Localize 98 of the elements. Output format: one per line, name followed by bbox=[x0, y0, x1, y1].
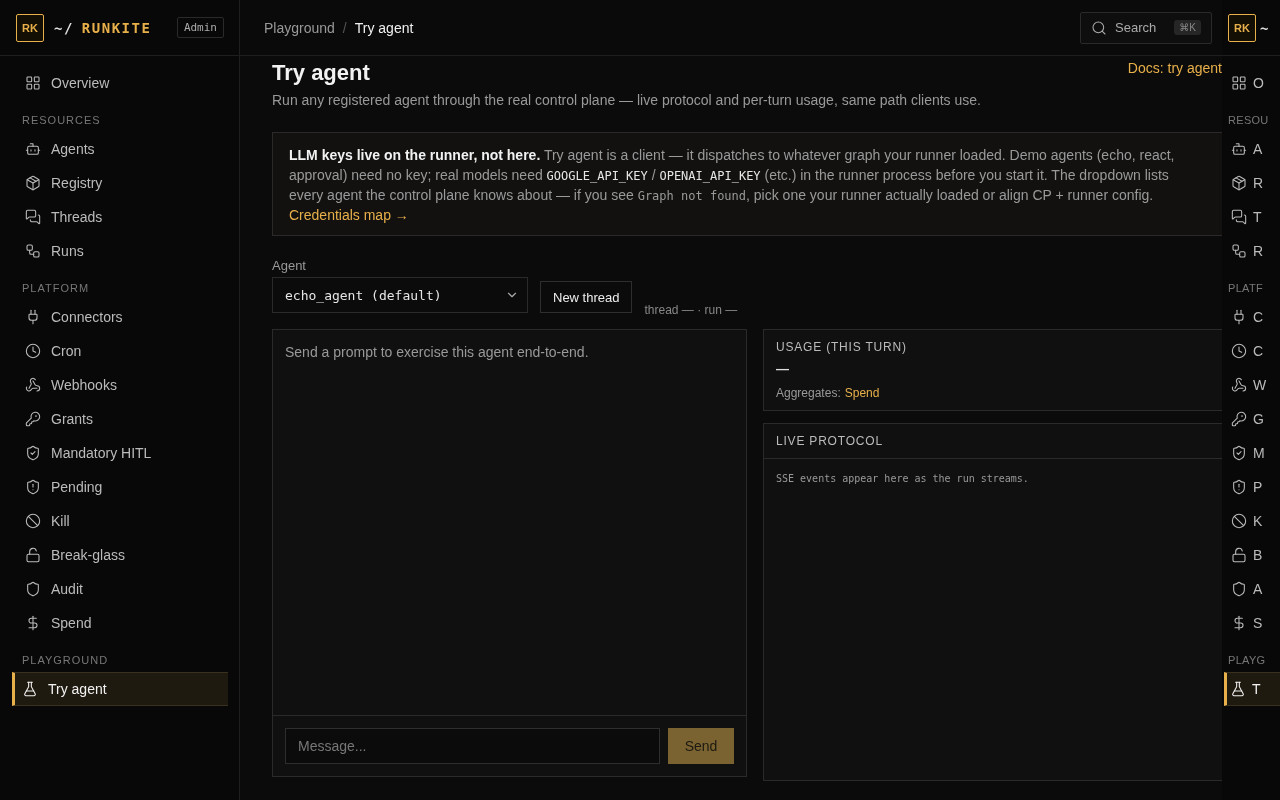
shield-check-icon bbox=[1231, 445, 1247, 461]
nav-item[interactable]: B bbox=[1224, 538, 1280, 572]
search-icon bbox=[1091, 19, 1107, 36]
clock-icon bbox=[25, 343, 41, 359]
nav-item[interactable]: T bbox=[1224, 200, 1280, 234]
clock-icon bbox=[1231, 343, 1247, 359]
nav-item[interactable]: Kill bbox=[12, 504, 228, 538]
shield-alert-icon bbox=[25, 479, 41, 495]
shield-check-icon bbox=[25, 445, 41, 461]
thread-info: thread — · run — bbox=[644, 303, 738, 317]
dollar-icon bbox=[1231, 615, 1247, 631]
key-icon bbox=[1231, 411, 1247, 427]
nav-item[interactable]: Overview bbox=[12, 66, 228, 100]
robot-icon bbox=[1231, 141, 1247, 157]
webhook-icon bbox=[25, 377, 41, 393]
dollar-icon bbox=[25, 615, 41, 631]
chat-bubbles-icon bbox=[1231, 209, 1247, 225]
shield-alert-icon bbox=[1231, 479, 1247, 495]
nav-item[interactable]: Mandatory HITL bbox=[12, 436, 228, 470]
breadcrumb-separator: / bbox=[342, 19, 347, 36]
aggregates-label: Aggregates: bbox=[776, 386, 841, 400]
robot-icon bbox=[25, 141, 41, 157]
breadcrumb[interactable]: Try agent bbox=[354, 19, 414, 36]
box-icon bbox=[25, 175, 41, 191]
panel-title: USAGE (THIS TURN) bbox=[775, 339, 908, 356]
field-label: Agent bbox=[272, 258, 307, 273]
nav-item[interactable]: O bbox=[1224, 66, 1280, 100]
nav-item[interactable]: Cron bbox=[12, 334, 228, 368]
nav-item[interactable]: Registry bbox=[12, 166, 228, 200]
shield-icon bbox=[1231, 581, 1247, 597]
flask-icon bbox=[22, 681, 38, 697]
nodes-icon bbox=[1231, 243, 1247, 259]
section-heading: RESOU bbox=[1227, 113, 1270, 128]
nav-item[interactable]: P bbox=[1224, 470, 1280, 504]
agent-select[interactable]: echo_agent (default) bbox=[272, 277, 528, 313]
nav-item[interactable]: Try agent bbox=[12, 672, 228, 706]
nav-item[interactable]: W bbox=[1224, 368, 1280, 402]
nav-item[interactable]: R bbox=[1224, 166, 1280, 200]
key-icon bbox=[25, 411, 41, 427]
nav-item[interactable]: Agents bbox=[12, 132, 228, 166]
nav-item[interactable]: C bbox=[1224, 334, 1280, 368]
nav-item[interactable]: T bbox=[1224, 672, 1280, 706]
shortcut-key: ⌘K bbox=[1174, 20, 1201, 35]
logo-icon: RK bbox=[1228, 13, 1256, 42]
docs-link[interactable]: Docs: try agent bbox=[1127, 60, 1222, 76]
brand-name: RUNKITE bbox=[81, 19, 152, 36]
nav-item[interactable]: G bbox=[1224, 402, 1280, 436]
nav-item[interactable]: Connectors bbox=[12, 300, 228, 334]
nav-item[interactable]: A bbox=[1224, 132, 1280, 166]
shield-icon bbox=[25, 581, 41, 597]
section-heading: PLATFORM bbox=[21, 281, 91, 296]
ban-icon bbox=[1231, 513, 1247, 529]
credentials-link[interactable]: Credentials map → bbox=[289, 207, 409, 223]
new-thread-button[interactable]: New thread bbox=[540, 281, 633, 313]
page-title: Try agent bbox=[272, 60, 370, 86]
nav-item[interactable]: K bbox=[1224, 504, 1280, 538]
section-heading: RESOURCES bbox=[21, 113, 102, 128]
nav-item[interactable]: Break-glass bbox=[12, 538, 228, 572]
nav-item[interactable]: Webhooks bbox=[12, 368, 228, 402]
grid-icon bbox=[25, 75, 41, 91]
unlock-icon bbox=[25, 547, 41, 563]
usage-value: — bbox=[775, 364, 790, 374]
section-heading: PLAYGROUND bbox=[21, 653, 110, 668]
brand-name: ~ bbox=[1260, 19, 1270, 36]
section-heading: PLAYG bbox=[1227, 653, 1267, 668]
spend-link[interactable]: Spend bbox=[844, 386, 880, 400]
message-input[interactable]: Message... bbox=[285, 728, 660, 764]
nav-item[interactable]: Pending bbox=[12, 470, 228, 504]
breadcrumb[interactable]: Playground bbox=[264, 19, 335, 36]
nav-item[interactable]: S bbox=[1224, 606, 1280, 640]
section-heading: PLATF bbox=[1227, 281, 1264, 296]
nav-item[interactable]: Grants bbox=[12, 402, 228, 436]
nav-item[interactable]: Spend bbox=[12, 606, 228, 640]
nav-item[interactable]: Threads bbox=[12, 200, 228, 234]
search-button[interactable]: Search ⌘K bbox=[1080, 11, 1212, 44]
nav-item[interactable]: M bbox=[1224, 436, 1280, 470]
nav-item[interactable]: Audit bbox=[12, 572, 228, 606]
role-badge: Admin bbox=[176, 17, 224, 38]
flask-icon bbox=[1230, 681, 1246, 697]
nav-item[interactable]: A bbox=[1224, 572, 1280, 606]
logo-icon: RK bbox=[16, 13, 44, 42]
ban-icon bbox=[25, 513, 41, 529]
nav-item[interactable]: C bbox=[1224, 300, 1280, 334]
page-subtitle: Run any registered agent through the real control plane — live protocol and per-turn usage, same path clients use. bbox=[272, 92, 982, 108]
webhook-icon bbox=[1231, 377, 1247, 393]
nav-item[interactable]: Runs bbox=[12, 234, 228, 268]
nodes-icon bbox=[25, 243, 41, 259]
protocol-empty-text: SSE events appear here as the run streams. bbox=[775, 472, 1030, 486]
plug-icon bbox=[25, 309, 41, 325]
plug-icon bbox=[1231, 309, 1247, 325]
callout-text: LLM keys live on the runner, not here. Try agent is a client — it dispatches to whatever graph your runner loaded. Demo agents (echo, react, approval) need no key; real models need GOOGLE_API_KEY / OPENAI_API_KEY (etc.) in the runner process before you start it. The dropdown lists every agent the control plane knows about — if you see Graph not found, pick one your runner actually loaded or align CP + runner config. bbox=[289, 146, 1176, 205]
unlock-icon bbox=[1231, 547, 1247, 563]
grid-icon bbox=[1231, 75, 1247, 91]
brand-name: ~/ bbox=[54, 19, 74, 36]
chat-bubbles-icon bbox=[25, 209, 41, 225]
box-icon bbox=[1231, 175, 1247, 191]
empty-message: Send a prompt to exercise this agent end-to-end. bbox=[285, 344, 590, 360]
nav-item[interactable]: R bbox=[1224, 234, 1280, 268]
